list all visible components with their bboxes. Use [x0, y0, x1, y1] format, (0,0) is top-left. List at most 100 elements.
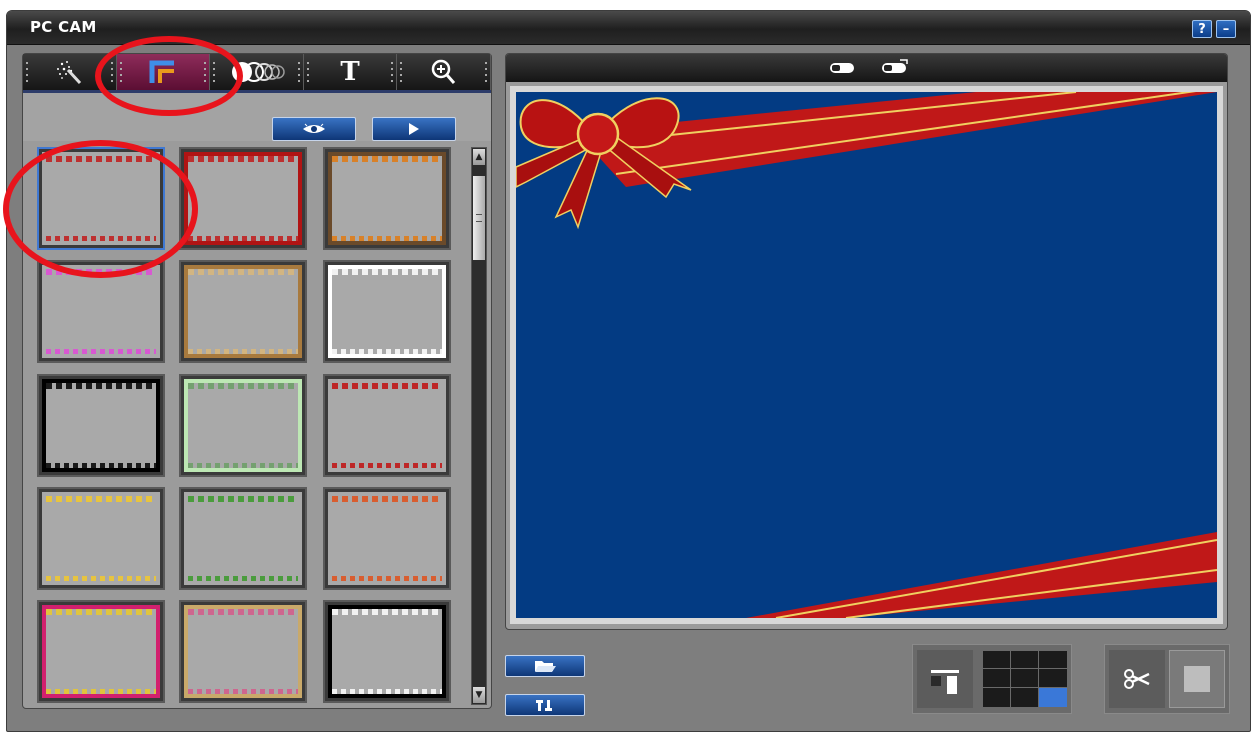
frame-preview [328, 152, 446, 245]
apply-button[interactable] [372, 117, 456, 141]
frame-accent-bottom [332, 349, 442, 354]
frame-accent-bottom [188, 689, 298, 694]
preview-frame [510, 86, 1223, 624]
single-layout-button[interactable] [917, 650, 973, 708]
open-folder-button[interactable] [505, 655, 585, 677]
settings-button[interactable] [505, 694, 585, 716]
effect-tabs: T [23, 54, 491, 93]
frame-preview [42, 265, 160, 358]
play-arrow-icon [409, 123, 419, 135]
frame-accent-bottom [188, 576, 298, 581]
frame-accent-top [46, 383, 156, 389]
frame-preview [184, 152, 302, 245]
frame-thumbnail-confetti[interactable] [179, 600, 307, 703]
frame-accent-top [188, 156, 298, 162]
frame-preview [184, 265, 302, 358]
frames-panel: T ▲ ▼ [22, 53, 492, 709]
frame-preview [328, 605, 446, 698]
frame-thumbnail-red-roses[interactable] [323, 374, 451, 477]
frame-accent-top [332, 383, 442, 389]
cut-button[interactable] [1109, 650, 1165, 708]
frame-preview [42, 152, 160, 245]
frame-thumbnail-green-glass[interactable] [179, 374, 307, 477]
frame-thumbnail-pink-candles[interactable] [37, 600, 165, 703]
frame-accent-bottom [188, 236, 298, 241]
frame-accent-top [46, 269, 156, 275]
frame-accent-top [332, 609, 442, 615]
frame-thumbnail-piano-keys[interactable] [323, 600, 451, 703]
ribbon-bow-overlay [516, 92, 1217, 618]
frame-toolbar [23, 93, 491, 141]
frame-accent-top [188, 269, 298, 275]
preview-header [506, 54, 1227, 82]
frame-thumbnail-orange-lights[interactable] [323, 487, 451, 590]
frame-thumbnail-wooden-gold[interactable] [179, 260, 307, 363]
frame-preview [328, 379, 446, 472]
frame-thumbnail-ribbon-bow[interactable] [37, 147, 165, 250]
title-bar[interactable]: PC CAM ? – [7, 11, 1250, 45]
minimize-button[interactable]: – [1216, 20, 1236, 38]
grid-layout-icon [983, 651, 1067, 707]
frame-accent-top [332, 496, 442, 502]
frame-accent-bottom [332, 463, 442, 468]
frame-thumbnail-balloons[interactable] [37, 487, 165, 590]
preview-button[interactable] [272, 117, 356, 141]
folder-open-icon [535, 661, 556, 672]
frame-corner-icon [149, 60, 174, 83]
tab-text[interactable]: T [303, 54, 398, 90]
single-layout-icon [931, 670, 959, 694]
frame-accent-bottom [46, 576, 156, 581]
grid-layout-button[interactable] [983, 651, 1067, 707]
frame-preview [328, 265, 446, 358]
camera-preview[interactable] [516, 92, 1217, 618]
frame-thumbnail-autumn-leaves[interactable] [323, 147, 451, 250]
frame-thumbnail-red-flowers[interactable] [179, 147, 307, 250]
scroll-up-arrow-icon[interactable]: ▲ [473, 149, 485, 165]
scroll-down-arrow-icon[interactable]: ▼ [473, 687, 485, 703]
tab-motion[interactable] [210, 54, 304, 90]
frame-preview [42, 379, 160, 472]
frame-thumbnail-grass-birds[interactable] [179, 487, 307, 590]
text-t-icon: T [340, 57, 360, 87]
frame-accent-bottom [46, 349, 156, 354]
frame-preview [42, 492, 160, 585]
frame-accent-bottom [332, 689, 442, 694]
frame-accent-bottom [188, 349, 298, 354]
frame-preview [184, 492, 302, 585]
scissors-icon [1124, 669, 1150, 689]
tab-frames[interactable] [116, 54, 211, 90]
frame-accent-top [46, 609, 156, 615]
eye-icon [303, 123, 325, 133]
frame-accent-top [188, 496, 298, 502]
frame-accent-top [46, 156, 156, 162]
motion-trail-icon [232, 62, 286, 82]
frame-accent-bottom [332, 576, 442, 581]
sparkle-wand-icon [57, 61, 82, 85]
frame-thumbnail-grid [37, 147, 463, 703]
preview-panel [505, 53, 1228, 630]
frame-accent-top [188, 383, 298, 389]
frame-preview [328, 492, 446, 585]
frame-accent-top [332, 156, 442, 162]
frame-accent-bottom [46, 236, 156, 241]
frame-thumbnail-white-stamp[interactable] [323, 260, 451, 363]
frame-scrollbar[interactable]: ▲ ▼ [471, 147, 487, 705]
camera-icon[interactable] [828, 61, 856, 75]
camera-flip-icon[interactable] [880, 59, 910, 75]
zoom-in-icon [431, 59, 455, 84]
frame-accent-top [332, 269, 442, 275]
tab-zoom[interactable] [397, 54, 491, 90]
frame-preview [184, 379, 302, 472]
layout-selector [912, 644, 1072, 714]
frame-preview [184, 605, 302, 698]
frame-accent-bottom [188, 463, 298, 468]
frame-accent-top [188, 609, 298, 615]
frame-accent-top [46, 496, 156, 502]
frame-accent-bottom [332, 236, 442, 241]
help-button[interactable]: ? [1192, 20, 1212, 38]
stop-button[interactable] [1169, 650, 1225, 708]
scroll-thumb[interactable] [473, 176, 485, 260]
tab-effects[interactable] [23, 54, 117, 90]
frame-thumbnail-black-film[interactable] [37, 374, 165, 477]
frame-thumbnail-rainbow-bars[interactable] [37, 260, 165, 363]
